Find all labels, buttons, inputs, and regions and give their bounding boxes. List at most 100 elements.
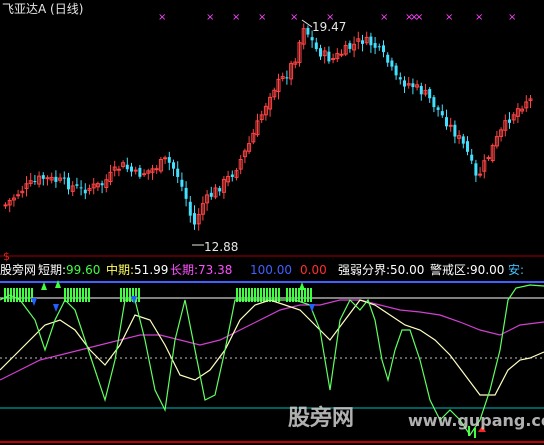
- signal-bar: [4, 288, 6, 302]
- indicator-value: 73.38: [198, 263, 233, 277]
- signal-bar: [70, 288, 72, 302]
- candle-body-down: [327, 51, 331, 62]
- candle-body-down: [508, 119, 511, 123]
- candle-body-down: [75, 184, 79, 186]
- candle-body-down: [314, 42, 318, 50]
- candle-body-down: [100, 183, 104, 186]
- signal-bar: [22, 288, 24, 302]
- candle-body-up: [154, 168, 159, 171]
- indicator-label: 安:: [508, 263, 525, 277]
- indicator-label: 警戒区:: [430, 263, 471, 277]
- indicator-label: 长期:: [170, 263, 199, 277]
- candle-body-down: [230, 174, 234, 177]
- signal-bar: [79, 288, 81, 302]
- candle-body-up: [486, 157, 491, 160]
- candle-body-down: [167, 157, 171, 163]
- candle-body-down: [218, 188, 222, 192]
- candle-body-down: [285, 77, 289, 79]
- candle-body-up: [142, 173, 147, 176]
- candle-body-down: [419, 85, 423, 95]
- indicator-value: 50.00: [390, 263, 425, 277]
- indicator-item: 短期:99.60: [38, 263, 100, 277]
- indicator-item: 0.00: [300, 263, 327, 277]
- signal-bar: [120, 288, 122, 302]
- marker-x: ×: [258, 12, 266, 23]
- down-arrow: [309, 304, 315, 312]
- candle-body-down: [432, 97, 436, 108]
- signal-bar: [67, 288, 69, 302]
- signal-bar: [138, 288, 140, 302]
- high-price-label: 19.47: [312, 20, 347, 34]
- candle-body-up: [331, 58, 336, 61]
- indicator-item: 100.00: [250, 263, 292, 277]
- candle-body-down: [373, 43, 377, 48]
- candle-body-down: [176, 168, 180, 177]
- up-arrow: [299, 282, 305, 290]
- candle-body-down: [79, 187, 83, 189]
- long-term-line: [0, 299, 544, 381]
- candle-body-up: [163, 157, 168, 160]
- marker-x: ×: [475, 12, 483, 23]
- signal-bar: [73, 288, 75, 302]
- candle-body-down: [130, 166, 133, 172]
- candle-body-down: [62, 177, 66, 179]
- candle-body-down: [390, 60, 394, 67]
- candle-body-down: [54, 176, 58, 182]
- candle-body-down: [466, 141, 469, 152]
- candle-body-down: [306, 27, 310, 35]
- marker-x: ×: [415, 12, 423, 23]
- candle-body-down: [474, 163, 478, 176]
- candle-body-down: [83, 189, 87, 194]
- signal-bar: [28, 288, 30, 302]
- candle-body-down: [377, 46, 381, 48]
- price-chart: × × × × × × × ××× × × ×: [0, 12, 544, 443]
- signal-bar: [307, 288, 309, 302]
- down-arrow: [53, 304, 59, 312]
- candle-body-up: [448, 124, 453, 127]
- low-price-label: 12.88: [204, 240, 239, 254]
- indicator-name: 股旁网: [0, 263, 37, 277]
- candle-body-down: [411, 83, 415, 88]
- marker-x: ×: [290, 12, 298, 23]
- candle-body-down: [172, 162, 175, 169]
- indicator-item: 中期:51.99: [106, 263, 168, 277]
- candle-body-down: [348, 43, 352, 49]
- signal-bar: [16, 288, 18, 302]
- indicator-item: 强弱分界:50.00: [338, 263, 424, 277]
- indicator-item: 警戒区:90.00: [430, 263, 504, 277]
- signal-bar: [298, 288, 300, 302]
- candle-body-down: [440, 111, 444, 116]
- candle-body-down: [188, 201, 192, 216]
- signal-bar: [85, 288, 87, 302]
- signal-bar: [88, 288, 90, 302]
- indicator-value: 100.00: [250, 263, 292, 277]
- indicator-value: 0.00: [300, 263, 327, 277]
- marker-x: ×: [445, 12, 453, 23]
- signal-bar: [25, 288, 27, 302]
- candle-body-up: [16, 194, 21, 197]
- signal-bar: [13, 288, 15, 302]
- candle-body-down: [470, 154, 474, 161]
- candle-body-down: [33, 180, 37, 182]
- candle-body-down: [428, 89, 432, 99]
- indicator-label: 短期:: [38, 263, 67, 277]
- candle-body-down: [386, 54, 390, 63]
- marker-x: ×: [206, 12, 214, 23]
- candle-body-down: [319, 48, 322, 57]
- watermark-cn: 股旁网: [288, 406, 355, 431]
- watermark-url: www.gupang.com: [408, 411, 544, 430]
- candle-body-down: [310, 37, 314, 41]
- candle-body-up: [133, 169, 138, 172]
- candle-body-down: [125, 164, 129, 170]
- signal-mark: $: [3, 250, 10, 263]
- candle-body-up: [45, 177, 50, 180]
- candle-body-down: [398, 77, 402, 80]
- candle-body-down: [461, 136, 465, 144]
- indicator-value: 99.60: [66, 263, 101, 277]
- candle-body-down: [394, 65, 398, 76]
- indicator-item: 安:: [508, 263, 524, 277]
- signal-bar: [82, 288, 84, 302]
- marker-x: ×: [508, 12, 516, 23]
- candle-body-down: [403, 80, 406, 87]
- candle-body-down: [369, 36, 373, 46]
